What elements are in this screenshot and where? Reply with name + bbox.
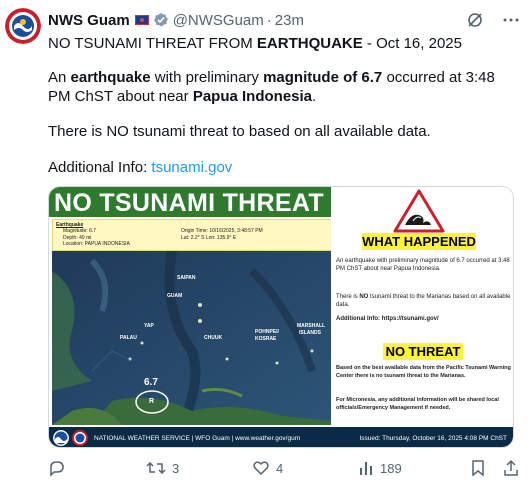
tweet-header: NWS Guam @NWSGuam · 23m — [48, 10, 520, 30]
avatar[interactable] — [5, 8, 41, 44]
additional-info-text: Additional Info: https://tsunami.gov/ — [336, 316, 439, 322]
micronesia-statement: For Micronesia, any additional informati… — [336, 397, 499, 411]
tweet-text-line-1: NO TSUNAMI THREAT FROM EARTHQUAKE - Oct … — [48, 35, 462, 52]
nws-footer-logo-icon — [72, 430, 88, 446]
noaa-logo-icon — [53, 430, 69, 446]
retweet-count: 3 — [172, 460, 180, 476]
no-threat-heading: NO THREAT — [383, 343, 463, 360]
heart-icon — [253, 461, 269, 476]
label-saipan: SAIPAN — [177, 275, 196, 281]
label-kosrae: KOSRAE — [255, 336, 277, 342]
what-happened-heading: WHAT HAPPENED — [362, 233, 476, 250]
tsunami-graphic[interactable]: NO TSUNAMI THREAT Earthquake Magnitude: … — [48, 186, 514, 448]
label-palau: PALAU — [120, 335, 137, 341]
footer-issued: Issued: Thursday, October 16, 2025 4:08 … — [359, 434, 507, 442]
label-pohnpei: POHNPEI/ — [255, 329, 279, 335]
tweet-text-line-2: An earthquake with preliminary magnitude… — [48, 69, 495, 105]
graphic-footer: NATIONAL WEATHER SERVICE | WFO Guam | ww… — [49, 427, 513, 447]
quake-magnitude-label: 6.7 — [144, 377, 158, 388]
retweet-icon — [146, 461, 166, 475]
graphic-title: NO TSUNAMI THREAT — [54, 189, 324, 217]
nws-logo-icon — [5, 8, 41, 44]
tweet-text-line-4: Additional Info: tsunami.gov — [48, 159, 233, 176]
grok-icon[interactable] — [466, 11, 484, 29]
author-handle[interactable]: @NWSGuam — [173, 12, 264, 29]
tsunami-warning-icon — [393, 189, 445, 233]
guam-flag-icon — [134, 15, 149, 25]
tweet-text-line-3: There is NO tsunami threat to based on a… — [48, 123, 431, 140]
like-count: 4 — [276, 460, 284, 476]
ptwc-statement: Based on the best available data from th… — [336, 365, 511, 379]
author-name[interactable]: NWS Guam — [48, 12, 130, 29]
region-map: SAIPAN GUAM YAP PALAU CHUUK POHNPEI/ KOS… — [52, 251, 333, 425]
reply-button[interactable] — [48, 459, 146, 477]
info-panel: WHAT HAPPENED An earthquake with prelimi… — [331, 187, 513, 427]
title-bar: NO TSUNAMI THREAT — [49, 187, 331, 217]
info-lat-lon: Lat: 2.2° S Lon: 135.9° E — [181, 234, 237, 241]
retweet-button[interactable]: 3 — [146, 459, 252, 477]
bookmark-icon[interactable] — [470, 459, 486, 477]
view-count: 189 — [380, 460, 402, 476]
like-button[interactable]: 4 — [252, 459, 358, 477]
tweet-actions: 3 4 189 — [48, 458, 520, 478]
verified-badge-icon — [153, 13, 168, 27]
label-marshall: MARSHALL — [297, 323, 326, 329]
label-chuuk: CHUUK — [204, 335, 223, 341]
info-origin-time: Origin Time: 10/16/2025, 3:48:57 PM — [181, 228, 263, 234]
footer-office: NATIONAL WEATHER SERVICE | WFO Guam | ww… — [94, 434, 301, 442]
share-icon[interactable] — [502, 459, 520, 477]
epicenter-marker: R — [149, 398, 155, 405]
views-chart-icon — [360, 462, 372, 475]
threat-statement: There is NO tsunami threat to the Marian… — [336, 294, 511, 308]
more-options-icon[interactable] — [502, 11, 520, 29]
label-yap: YAP — [144, 323, 154, 329]
label-islands: ISLANDS — [299, 330, 321, 336]
label-guam: GUAM — [167, 293, 183, 299]
info-location: Location: PAPUA INDONESIA — [63, 241, 130, 247]
timestamp[interactable]: 23m — [275, 12, 304, 29]
tsunami-link[interactable]: tsunami.gov — [151, 159, 232, 176]
views-button[interactable]: 189 — [358, 460, 464, 476]
what-happened-text: An earthquake with preliminary magnitude… — [336, 258, 510, 272]
reply-icon — [50, 461, 64, 477]
separator-dot: · — [266, 11, 272, 29]
earthquake-info-box: Earthquake Magnitude: 6.7 Depth: 49 mi L… — [52, 219, 333, 251]
